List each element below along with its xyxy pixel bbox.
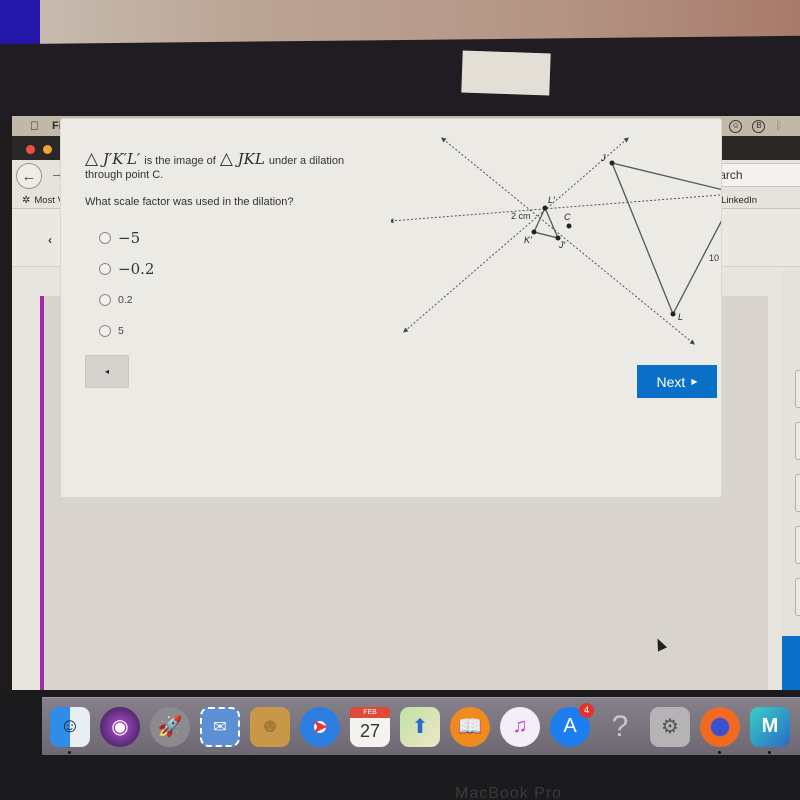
question-text: △ J′K′L′ is the image of △ JKL under a d… [85,149,345,169]
small-side-length: 2 cm [511,211,531,221]
answer-option[interactable]: 5 [99,315,154,346]
option-label: −5 [118,228,141,247]
maps-icon: ⬆ [411,716,429,738]
triangle-icon: △ [219,149,233,169]
compass-icon: ➤ [311,716,329,738]
radio-button[interactable] [99,324,111,337]
question-text-line2: through point C. [85,169,164,181]
dock-app-store[interactable]: A4 [550,702,594,747]
label-J: J [600,153,606,163]
emoji-status-icon[interactable]: ☺ [729,119,743,133]
option-label: 0.2 [118,293,133,306]
bluetooth-icon[interactable]: ᛒ [775,120,782,133]
dock-firefox[interactable] [700,706,740,754]
dock-mail[interactable]: ✉ [200,706,240,747]
image-triangle-label: △ J′K′L′ [85,149,141,169]
calendar-day: 27 [359,721,381,741]
ray-through-L [441,137,695,345]
dock-safari[interactable]: ➤ [300,706,340,747]
point-C [566,223,572,229]
radio-button[interactable] [99,262,111,275]
close-window-button[interactable] [26,145,35,154]
back-button[interactable]: ← [16,163,42,189]
dock-ibooks[interactable]: 📖 [450,706,490,747]
camera-cover-sticker [461,50,551,96]
option-label: −0.2 [118,259,155,278]
dock-itunes[interactable]: ♫ [500,706,540,747]
question-prompt: What scale factor was used in the dilati… [85,196,294,208]
dock-finder[interactable]: ☺ [50,706,90,754]
answer-option[interactable]: 0.2 [99,284,154,315]
gear-icon: ⚙ [661,716,679,738]
dock-maps[interactable]: ⬆ [400,706,440,747]
dock-system-preferences[interactable]: ⚙ [650,706,690,747]
dock-contacts[interactable]: ☻ [250,706,290,747]
status-tray: ☺ B ᛒ [729,119,782,133]
music-note-icon: ♫ [512,715,528,737]
notification-badge: 4 [579,702,594,718]
label-C: C [564,212,571,222]
question-card: △ J′K′L′ is the image of △ JKL under a d… [60,118,722,498]
answer-options: −5 −0.2 0.2 5 [99,222,154,346]
original-triangle-label: △ JKL [219,149,265,169]
minimize-window-button[interactable] [43,145,52,154]
gear-icon: ✲ [22,194,31,206]
side-tab[interactable] [795,526,800,564]
laptop-bezel [0,35,800,123]
point-L [670,311,676,317]
dock-mindomo[interactable]: M [750,706,790,754]
ray-through-K [391,188,721,224]
mac-dock: ☺ ◉ 🚀 ✉ ☻ ➤ FEB 27 ⬆ 📖 ♫ A4 ? ⚙ M W [42,697,800,755]
large-side-length: 10 cm [709,253,721,263]
eagle-stamp-icon: ✉ [213,718,227,736]
side-tab[interactable] [795,422,800,460]
answer-option[interactable]: −5 [99,222,154,253]
answer-option[interactable]: −0.2 [99,253,154,284]
label-Lp: L′ [548,195,555,205]
play-arrow-icon: ▶ [691,377,698,386]
label-Kp: K′ [524,235,532,245]
side-tab[interactable] [795,474,800,512]
side-action-button[interactable] [782,636,800,696]
point-Kp [531,229,537,235]
next-button[interactable]: Next ▶ [637,365,717,398]
dock-siri[interactable]: ◉ [100,706,140,747]
dilation-diagram: J K L L′ K′ J′ C 2 cm 10 cm [391,137,721,345]
radio-button[interactable] [99,293,111,306]
triangle-JKL [610,162,721,316]
radio-button[interactable] [99,231,111,244]
contacts-icon: ☻ [259,715,281,737]
dock-launchpad[interactable]: 🚀 [150,706,190,747]
rocket-icon: 🚀 [157,716,183,738]
b-circle-icon[interactable]: B [752,119,766,133]
finder-icon: ☺ [59,715,81,737]
hardware-label: MacBook Pro [455,785,563,800]
dock-help[interactable]: ? [600,707,640,747]
label-Jp: J′ [558,240,566,250]
question-mark-icon: ? [611,709,629,743]
triangle-icon: △ [85,149,99,169]
calendar-month: FEB [350,706,390,718]
option-label: 5 [118,324,124,337]
m-logo-icon: M [761,715,779,737]
apple-menu-icon[interactable]:  [30,119,52,133]
side-tab[interactable] [795,370,800,408]
next-label: Next [656,373,686,390]
background-blue-object [0,0,40,50]
book-icon: 📖 [457,716,483,738]
point-J [609,160,615,166]
chevron-left-icon: ‹ [48,233,53,247]
dock-calendar[interactable]: FEB 27 [350,706,390,747]
point-Lp [542,205,548,211]
ray-through-J [403,137,629,333]
side-tab[interactable] [795,578,800,616]
screen-photo:  Firefox File Edit View History Bookmar… [0,0,800,800]
label-L: L [678,312,683,322]
app-store-icon: A [563,715,577,737]
siri-icon: ◉ [111,716,129,738]
previous-button[interactable]: ◂ [85,355,129,388]
